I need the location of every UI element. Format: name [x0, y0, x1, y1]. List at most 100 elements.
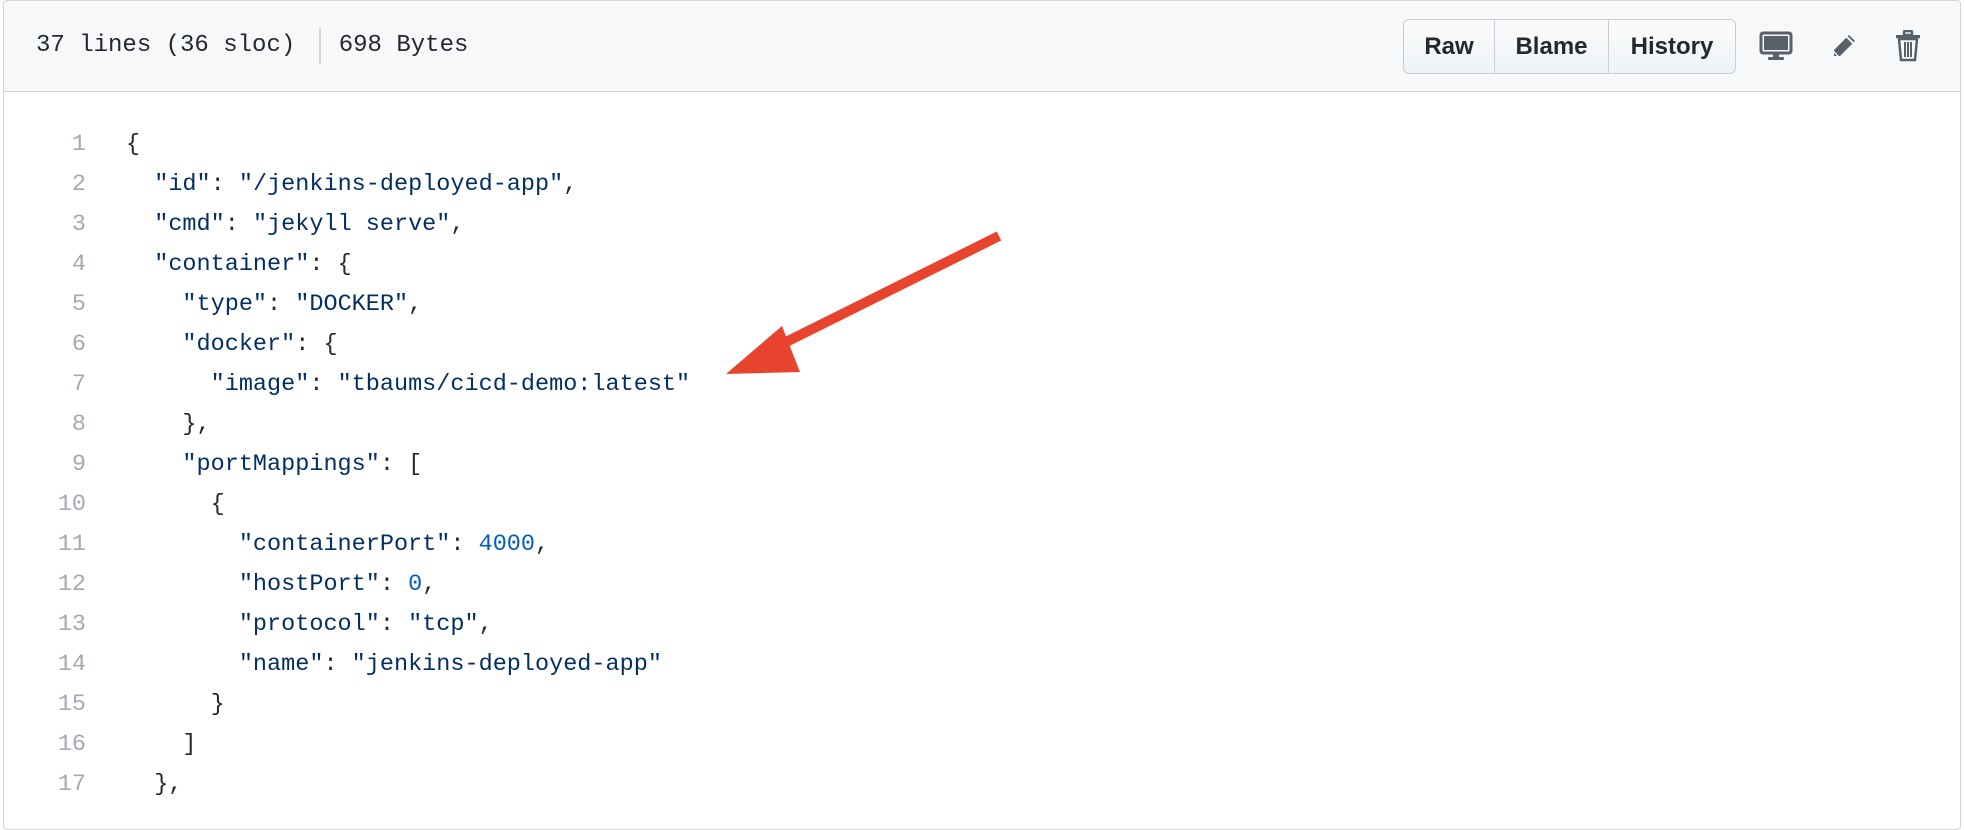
code-line: 6 "docker": { [4, 325, 1960, 365]
file-actions-button-group: Raw Blame History [1403, 19, 1736, 74]
punctuation-token: : [ [379, 451, 423, 478]
line-number[interactable]: 2 [4, 165, 86, 205]
pencil-icon[interactable] [1826, 28, 1862, 64]
line-number[interactable]: 15 [4, 685, 86, 725]
file-size: 698 Bytes [338, 32, 469, 59]
code-line: 5 "type": "DOCKER", [4, 285, 1960, 325]
number-token: 4000 [478, 531, 536, 558]
code-listing: 1{2 "id": "/jenkins-deployed-app", 3 "cmd… [4, 125, 1960, 805]
string-token: "/jenkins-deployed-app" [238, 171, 564, 198]
trash-icon[interactable] [1890, 28, 1926, 64]
line-content: "image": "tbaums/cicd-demo:latest" [86, 365, 691, 405]
code-line: 17 }, [4, 765, 1960, 805]
code-line: 1{ [4, 125, 1960, 165]
line-content: "name": "jenkins-deployed-app" [86, 645, 662, 685]
file-view: 37 lines (36 sloc) 698 Bytes Raw Blame H… [3, 0, 1961, 830]
string-token: "tbaums/cicd-demo:latest" [337, 371, 691, 398]
code-line: 4 "container": { [4, 245, 1960, 285]
punctuation-token: }, [126, 771, 183, 798]
string-token: "portMappings" [182, 451, 380, 478]
punctuation-token [126, 331, 182, 358]
line-number[interactable]: 9 [4, 445, 86, 485]
file-info-divider [319, 27, 321, 64]
punctuation-token: } [126, 691, 225, 718]
line-number[interactable]: 6 [4, 325, 86, 365]
punctuation-token: , [563, 171, 578, 198]
punctuation-token: : [309, 371, 338, 398]
punctuation-token [126, 611, 239, 638]
code-line: 15 } [4, 685, 1960, 725]
line-number[interactable]: 7 [4, 365, 86, 405]
line-content: "id": "/jenkins-deployed-app", [86, 165, 577, 205]
line-number[interactable]: 14 [4, 645, 86, 685]
file-header: 37 lines (36 sloc) 698 Bytes Raw Blame H… [4, 1, 1960, 92]
string-token: "docker" [182, 331, 296, 358]
punctuation-token: : { [295, 331, 338, 358]
punctuation-token [126, 251, 154, 278]
line-content: "container": { [86, 245, 351, 285]
punctuation-token: : [379, 571, 409, 598]
punctuation-token: , [450, 211, 465, 238]
code-line: 14 "name": "jenkins-deployed-app" [4, 645, 1960, 685]
line-number[interactable]: 12 [4, 565, 86, 605]
line-content: { [86, 125, 140, 165]
string-token: "DOCKER" [295, 291, 409, 318]
punctuation-token [126, 291, 182, 318]
line-number[interactable]: 1 [4, 125, 86, 165]
punctuation-token [126, 211, 154, 238]
desktop-icon[interactable] [1758, 28, 1794, 64]
punctuation-token: }, [126, 411, 211, 438]
punctuation-token: ] [126, 731, 197, 758]
line-content: "cmd": "jekyll serve", [86, 205, 465, 245]
punctuation-token: , [478, 611, 493, 638]
line-number[interactable]: 17 [4, 765, 86, 805]
string-token: "jenkins-deployed-app" [351, 651, 662, 678]
punctuation-token: , [535, 531, 550, 558]
line-number[interactable]: 4 [4, 245, 86, 285]
line-number[interactable]: 11 [4, 525, 86, 565]
line-count: 37 lines (36 sloc) [36, 32, 296, 59]
string-token: "type" [182, 291, 268, 318]
line-content: "docker": { [86, 325, 338, 365]
code-line: 12 "hostPort": 0, [4, 565, 1960, 605]
code-line: 9 "portMappings": [ [4, 445, 1960, 485]
file-info: 37 lines (36 sloc) 698 Bytes [36, 1, 468, 90]
line-number[interactable]: 3 [4, 205, 86, 245]
punctuation-token: : [323, 651, 352, 678]
string-token: "tcp" [408, 611, 479, 638]
string-token: "jekyll serve" [252, 211, 451, 238]
code-line: 8 }, [4, 405, 1960, 445]
line-content: "hostPort": 0, [86, 565, 436, 605]
string-token: "cmd" [154, 211, 225, 238]
line-number[interactable]: 13 [4, 605, 86, 645]
code-line: 3 "cmd": "jekyll serve", [4, 205, 1960, 245]
punctuation-token: : [210, 171, 239, 198]
code-line: 16 ] [4, 725, 1960, 765]
line-content: } [86, 685, 225, 725]
code-line: 13 "protocol": "tcp", [4, 605, 1960, 645]
code-line: 7 "image": "tbaums/cicd-demo:latest" [4, 365, 1960, 405]
line-content: "protocol": "tcp", [86, 605, 493, 645]
code-line: 2 "id": "/jenkins-deployed-app", [4, 165, 1960, 205]
raw-button[interactable]: Raw [1404, 20, 1494, 73]
punctuation-token: , [408, 291, 423, 318]
line-number[interactable]: 10 [4, 485, 86, 525]
line-number[interactable]: 5 [4, 285, 86, 325]
string-token: "image" [210, 371, 310, 398]
punctuation-token: : [267, 291, 296, 318]
line-content: }, [86, 405, 211, 445]
string-token: "containerPort" [238, 531, 451, 558]
punctuation-token: : [379, 611, 409, 638]
history-button[interactable]: History [1608, 20, 1735, 73]
code-line: 11 "containerPort": 4000, [4, 525, 1960, 565]
punctuation-token [126, 451, 182, 478]
line-number[interactable]: 8 [4, 405, 86, 445]
line-content: { [86, 485, 225, 525]
blame-button[interactable]: Blame [1494, 20, 1608, 73]
line-number[interactable]: 16 [4, 725, 86, 765]
line-content: }, [86, 765, 182, 805]
punctuation-token: { [126, 491, 225, 518]
punctuation-token: { [126, 131, 141, 158]
string-token: "container" [154, 251, 310, 278]
punctuation-token: : [450, 531, 479, 558]
